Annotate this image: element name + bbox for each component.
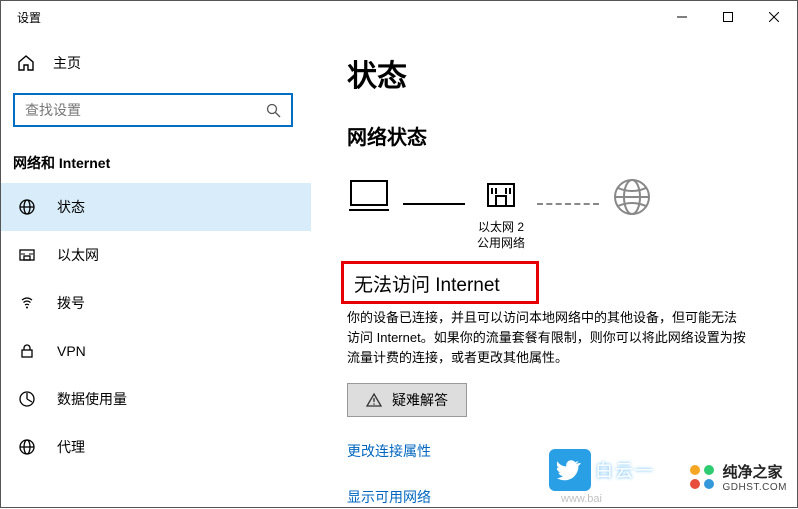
home-nav[interactable]: 主页: [1, 41, 311, 85]
status-icon: [17, 198, 37, 216]
logo-icon: [687, 462, 717, 492]
window-controls: [659, 1, 797, 33]
sidebar-item-proxy[interactable]: 代理: [1, 423, 311, 471]
sidebar-item-label: 状态: [57, 197, 85, 217]
warning-icon: [366, 392, 382, 408]
sidebar-item-datausage[interactable]: 数据使用量: [1, 375, 311, 423]
troubleshoot-button[interactable]: 疑难解答: [347, 383, 467, 417]
maximize-button[interactable]: [705, 1, 751, 33]
titlebar: 设置: [1, 1, 797, 33]
sidebar-item-ethernet[interactable]: 以太网: [1, 231, 311, 279]
adapter-type: 公用网络: [477, 236, 525, 250]
home-label: 主页: [53, 53, 81, 73]
network-diagram: 以太网 2 公用网络: [347, 176, 761, 255]
dialup-icon: [17, 294, 37, 312]
sidebar-item-status[interactable]: 状态: [1, 183, 311, 231]
annotation-box: 无法访问 Internet: [341, 261, 539, 304]
watermark-text-1: 白云一: [595, 457, 655, 483]
watermark-baidu: www.bai: [561, 493, 602, 505]
adapter-name: 以太网 2: [478, 220, 524, 234]
sidebar-item-label: 拨号: [57, 293, 85, 313]
globe-icon: [611, 176, 653, 255]
section-title: 网络状态: [347, 121, 761, 150]
proxy-icon: [17, 438, 37, 456]
sidebar-item-label: 代理: [57, 437, 85, 457]
troubleshoot-label: 疑难解答: [392, 390, 448, 410]
sidebar-item-dialup[interactable]: 拨号: [1, 279, 311, 327]
search-input[interactable]: [25, 102, 266, 118]
vpn-icon: [17, 342, 37, 360]
connection-line-solid: [403, 203, 465, 205]
sidebar: 主页 网络和 Internet 状态 以太网: [1, 33, 311, 509]
pc-icon: [347, 178, 391, 253]
no-internet-text: 无法访问 Internet: [354, 270, 526, 297]
main-pane: 状态 网络状态 以太网 2 公用网络 无法访问 Intern: [311, 33, 797, 509]
bird-icon: [549, 449, 591, 491]
page-title: 状态: [347, 51, 761, 95]
adapter-icon: 以太网 2 公用网络: [477, 180, 525, 251]
ethernet-icon: [17, 246, 37, 264]
watermark-url: GDHST.COM: [723, 482, 788, 493]
sidebar-item-label: 以太网: [57, 245, 99, 265]
status-description: 你的设备已连接，并且可以访问本地网络中的其他设备，但可能无法访问 Interne…: [347, 308, 747, 368]
watermark-gdhst: 纯净之家 GDHST.COM: [687, 461, 788, 493]
sidebar-item-label: VPN: [57, 343, 86, 359]
window-title: 设置: [17, 9, 41, 26]
watermark-brand: 纯净之家: [723, 461, 788, 482]
search-box[interactable]: [13, 93, 293, 127]
sidebar-item-label: 数据使用量: [57, 389, 127, 409]
connection-line-dashed: [537, 203, 599, 205]
sidebar-category: 网络和 Internet: [1, 145, 311, 183]
search-icon: [266, 103, 281, 118]
home-icon: [17, 54, 37, 72]
sidebar-item-vpn[interactable]: VPN: [1, 327, 311, 375]
datausage-icon: [17, 390, 37, 408]
minimize-button[interactable]: [659, 1, 705, 33]
watermark-bird: 白云一: [549, 449, 655, 491]
close-button[interactable]: [751, 1, 797, 33]
